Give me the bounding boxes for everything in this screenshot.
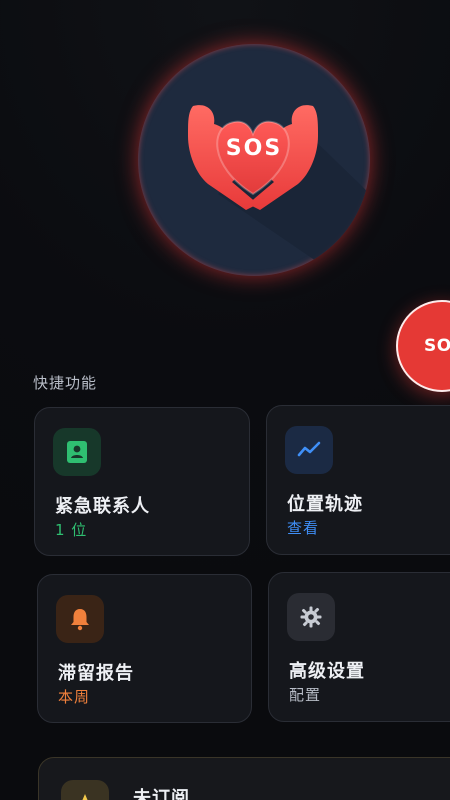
subscription-status: 未订阅: [133, 788, 190, 800]
card-location-track[interactable]: 位置轨迹 查看: [266, 405, 450, 555]
card-subtitle: 配置: [289, 686, 322, 704]
card-subtitle: 1 位: [55, 521, 88, 539]
gear-icon-box: [287, 593, 335, 641]
section-title: 快捷功能: [33, 374, 98, 392]
sos-button-label: SOS: [424, 336, 450, 356]
app-screen: SOS SOS 快捷功能 紧急联系人 1 位 位置轨迹 查看: [0, 0, 450, 800]
logo-text: SOS: [225, 136, 283, 161]
contact-card-icon: [67, 441, 87, 463]
card-title: 滞留报告: [58, 663, 134, 684]
bell-icon-box: [56, 595, 104, 643]
card-title: 高级设置: [289, 661, 365, 682]
bell-icon: [71, 609, 89, 631]
card-stay-report[interactable]: 滞留报告 本周: [37, 574, 252, 723]
subscription-card[interactable]: 未订阅: [38, 757, 450, 800]
card-emergency-contacts[interactable]: 紧急联系人 1 位: [34, 407, 250, 556]
card-advanced-settings[interactable]: 高级设置 配置: [268, 572, 450, 722]
card-title: 紧急联系人: [55, 496, 150, 517]
gear-icon: [300, 606, 322, 628]
sos-button[interactable]: SOS: [396, 300, 450, 392]
trend-line-icon-box: [285, 426, 333, 474]
star-icon-box: [61, 780, 109, 800]
card-subtitle: 查看: [287, 519, 320, 537]
card-title: 位置轨迹: [287, 494, 363, 515]
star-icon: [82, 794, 88, 800]
app-logo: SOS: [138, 44, 370, 276]
contact-card-icon-box: [53, 428, 101, 476]
card-subtitle: 本周: [58, 688, 91, 706]
trend-line-icon: [297, 441, 321, 457]
